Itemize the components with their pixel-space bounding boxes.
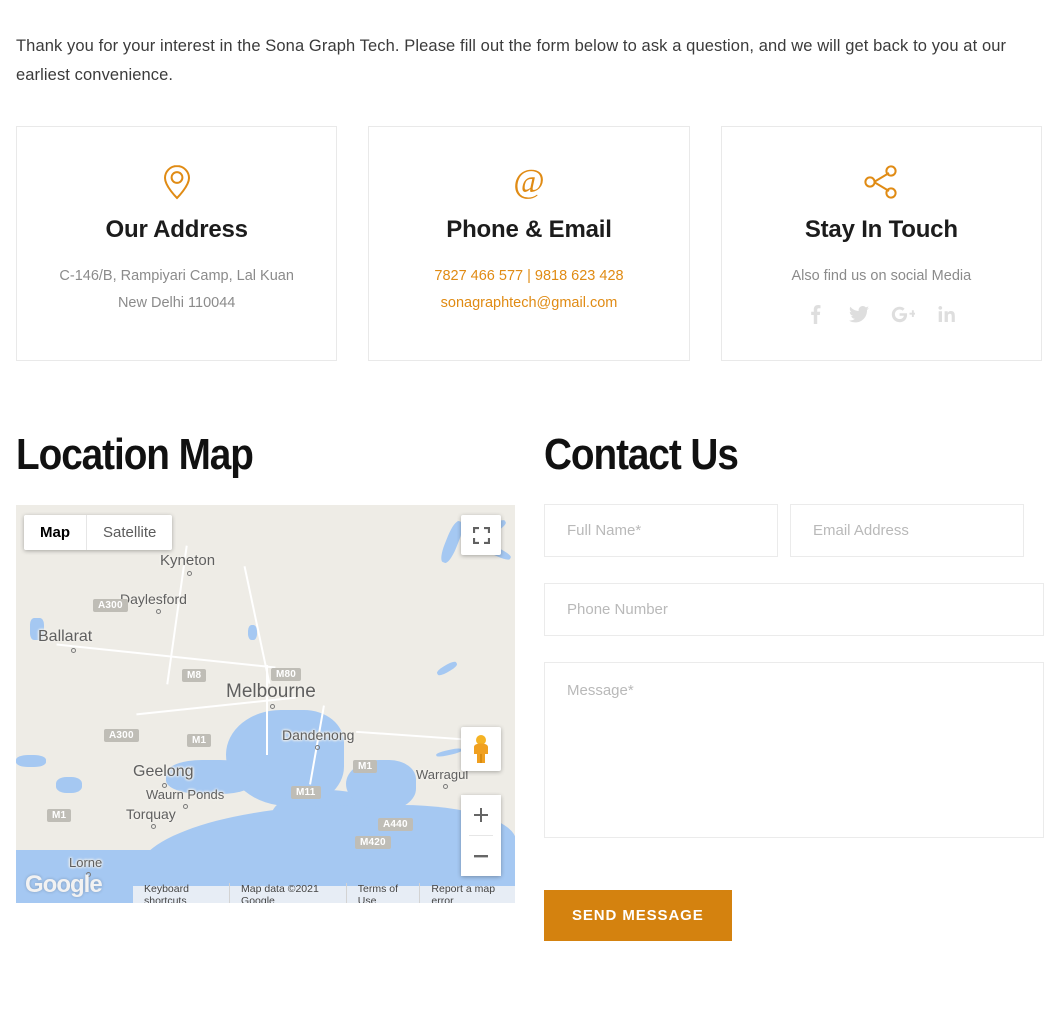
info-card-body: Also find us on social Media [791, 263, 971, 327]
map-place-dot [443, 784, 449, 789]
info-cards-row: Our Address C-146/B, Rampiyari Camp, Lal… [16, 126, 1042, 361]
map-highway-shield: A300 [104, 729, 139, 742]
map-label: Kyneton [160, 552, 216, 569]
phone-numbers[interactable]: 7827 466 577 | 9818 623 428 [434, 263, 623, 290]
map-highway-shield: M8 [182, 669, 207, 682]
info-card-address: Our Address C-146/B, Rampiyari Camp, Lal… [16, 126, 338, 361]
map-place-dot [156, 609, 162, 614]
facebook-icon[interactable] [802, 301, 828, 327]
map-highway-shield: M1 [47, 809, 72, 822]
map-place-dot [183, 804, 189, 809]
linkedin-icon[interactable] [934, 301, 960, 327]
map-label: Ballarat [38, 628, 93, 645]
map-type-switcher[interactable]: Map Satellite [24, 515, 173, 550]
info-card-title: Our Address [105, 216, 248, 243]
at-sign-icon: @ [509, 160, 549, 204]
share-nodes-icon [863, 160, 899, 204]
terms-of-use-link[interactable]: Terms of Use [345, 882, 420, 903]
form-row-message [544, 662, 1044, 838]
map-label: Lorne [69, 855, 103, 870]
map-label: Geelong [133, 763, 194, 780]
map-label: Daylesford [120, 591, 187, 607]
map-label: Dandenong [282, 727, 355, 743]
contact-page: Thank you for your interest in the Sona … [0, 0, 1057, 1030]
map-place-dot [270, 704, 276, 709]
location-map-heading: Location Map [16, 430, 254, 479]
map-data-attribution: Map data ©2021 Google [229, 882, 346, 903]
phone-input[interactable] [544, 583, 1044, 636]
map-place-dot [314, 745, 320, 750]
map-highway-shield: M1 [353, 760, 378, 773]
info-card-title: Phone & Email [446, 216, 612, 243]
form-row-phone [544, 583, 1044, 636]
map-label: Melbourne [226, 681, 316, 702]
map-place-dot [151, 824, 157, 829]
full-name-input[interactable] [544, 504, 778, 557]
info-card-stay-in-touch: Stay In Touch Also find us on social Med… [720, 126, 1042, 361]
map-highway-shield: M11 [291, 786, 321, 799]
map-place-dot [71, 648, 77, 653]
map-highway-shield: A440 [378, 818, 413, 831]
map-place-dot [187, 571, 193, 576]
email-address[interactable]: sonagraphtech@gmail.com [434, 290, 623, 317]
address-line-1: C-146/B, Rampiyari Camp, Lal Kuan [59, 268, 294, 284]
social-media-note: Also find us on social Media [791, 268, 972, 284]
info-card-title: Stay In Touch [804, 216, 958, 243]
email-input[interactable] [790, 504, 1024, 557]
social-links [791, 301, 971, 327]
map-type-map[interactable]: Map [24, 515, 86, 550]
map-highway-shield: M1 [187, 734, 212, 747]
google-logo: Google [25, 871, 103, 898]
info-card-body: 7827 466 577 | 9818 623 428 sonagraphtec… [434, 263, 623, 317]
contact-form[interactable]: SEND MESSAGE [544, 504, 1044, 941]
message-textarea[interactable] [544, 662, 1044, 838]
map-label: Waurn Ponds [146, 787, 225, 802]
fullscreen-icon[interactable] [461, 515, 501, 555]
zoom-in-button[interactable] [461, 795, 501, 835]
address-line-2: New Delhi 110044 [117, 295, 236, 311]
pegman-street-view-icon[interactable] [461, 727, 501, 771]
google-map[interactable]: Map Satellite Kyneton Daylesford Ballara… [16, 505, 515, 903]
report-map-error-link[interactable]: Report a map error [419, 882, 515, 903]
map-label: Torquay [126, 806, 176, 822]
info-card-phone-email: @ Phone & Email 7827 466 577 | 9818 623 … [368, 126, 690, 361]
send-message-button[interactable]: SEND MESSAGE [544, 890, 732, 941]
twitter-icon[interactable] [846, 301, 872, 327]
svg-text:@: @ [513, 163, 544, 200]
map-attribution-bar: Keyboard shortcuts Map data ©2021 Google… [133, 882, 515, 904]
map-type-satellite[interactable]: Satellite [86, 515, 173, 550]
intro-paragraph: Thank you for your interest in the Sona … [16, 37, 1007, 84]
map-highway-shield: M420 [355, 836, 391, 849]
contact-us-heading: Contact Us [544, 430, 739, 479]
map-highway-shield: M80 [271, 668, 302, 681]
map-highway-shield: A300 [93, 599, 128, 612]
map-zoom-controls[interactable] [461, 795, 501, 876]
keyboard-shortcuts-link[interactable]: Keyboard shortcuts [133, 883, 229, 904]
form-row-name-email [544, 504, 1044, 557]
info-card-body: C-146/B, Rampiyari Camp, Lal Kuan New De… [59, 263, 294, 317]
google-plus-icon[interactable] [890, 301, 916, 327]
zoom-out-button[interactable] [461, 836, 501, 876]
map-pin-icon [162, 160, 192, 204]
